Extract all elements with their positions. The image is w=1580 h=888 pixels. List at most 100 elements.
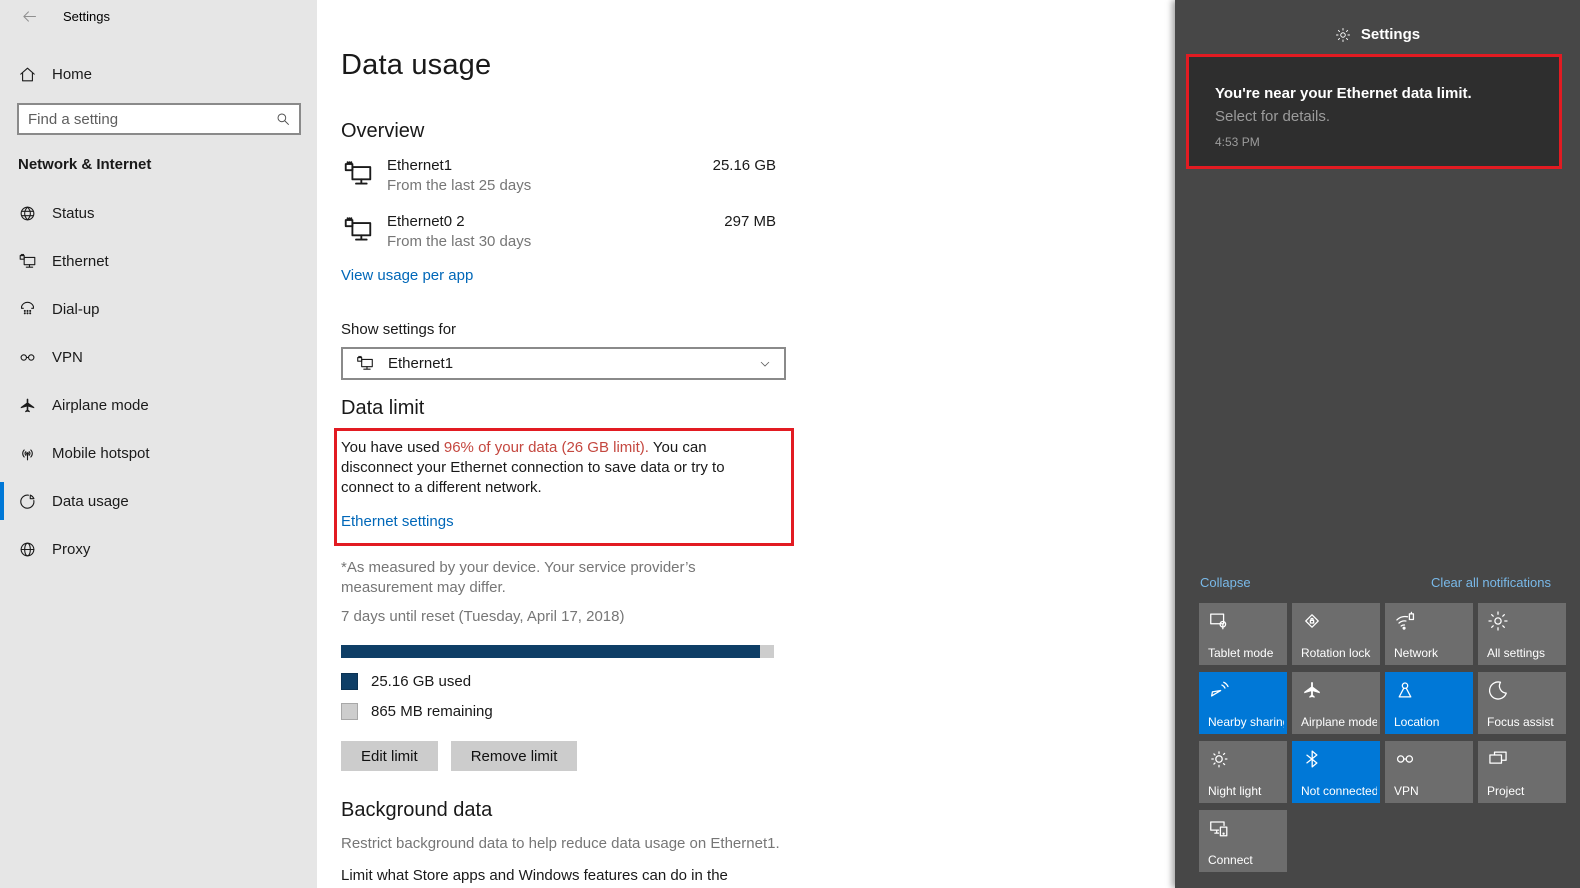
sidebar-item[interactable]: Airplane mode [0, 381, 317, 429]
quick-action-tile[interactable]: Network [1385, 603, 1473, 665]
connection-usage: 25.16 GB [713, 156, 776, 176]
tile-label: Rotation lock [1301, 646, 1377, 660]
connection-period: From the last 30 days [387, 232, 531, 252]
quick-action-tile[interactable]: Rotation lock [1292, 603, 1380, 665]
sidebar-section-title: Network & Internet [18, 156, 317, 174]
sidebar-item[interactable]: Dial-up [0, 285, 317, 333]
quick-action-tile[interactable]: Connect [1199, 810, 1287, 872]
tile-label: VPN [1394, 784, 1470, 798]
action-center-links: Collapse Clear all notifications [1200, 575, 1551, 590]
tile-label: Not connected [1301, 784, 1377, 798]
sidebar-item[interactable]: Mobile hotspot [0, 429, 317, 477]
sidebar-item[interactable]: VPN [0, 333, 317, 381]
legend-swatch [341, 673, 358, 690]
dropdown-selected-value: Ethernet1 [388, 355, 453, 372]
tablet-icon [1208, 610, 1230, 632]
bluetooth-icon [1301, 748, 1323, 770]
hotspot-icon [18, 444, 37, 463]
notification-group-title: Settings [1361, 26, 1420, 43]
quick-action-tile[interactable]: Location [1385, 672, 1473, 734]
tile-label: Connect [1208, 853, 1284, 867]
clear-all-notifications-link[interactable]: Clear all notifications [1431, 575, 1551, 590]
selected-indicator [0, 482, 4, 520]
sidebar-item[interactable]: Proxy [0, 525, 317, 573]
progress-fill [341, 645, 760, 658]
limit-button[interactable]: Remove limit [451, 741, 578, 771]
action-center-spacer [1175, 169, 1580, 575]
limit-button[interactable]: Edit limit [341, 741, 438, 771]
collapse-link[interactable]: Collapse [1200, 575, 1251, 590]
quick-action-tile[interactable]: VPN [1385, 741, 1473, 803]
ethernet-icon [341, 214, 375, 246]
view-usage-per-app-link[interactable]: View usage per app [341, 266, 473, 286]
search-box [17, 103, 301, 135]
tile-label: Network [1394, 646, 1470, 660]
ethernet-settings-link[interactable]: Ethernet settings [341, 512, 454, 532]
vpn-icon [18, 348, 37, 367]
legend-label: 865 MB remaining [371, 703, 493, 720]
notification-title: You're near your Ethernet data limit. [1215, 84, 1541, 103]
location-icon [1394, 679, 1416, 701]
connection-period: From the last 25 days [387, 176, 531, 196]
legend-label: 25.16 GB used [371, 673, 471, 690]
notification-body: Select for details. [1215, 107, 1541, 126]
titlebar: Settings [0, 0, 317, 34]
quick-action-tile[interactable]: Night light [1199, 741, 1287, 803]
quick-action-tile[interactable]: All settings [1478, 603, 1566, 665]
annotation-box-notification: You're near your Ethernet data limit. Se… [1186, 54, 1562, 169]
sidebar-item[interactable]: Data usage [0, 477, 317, 525]
proxy-icon [18, 540, 37, 559]
vpn-icon [1394, 748, 1416, 770]
adapter-dropdown[interactable]: Ethernet1 [341, 347, 786, 380]
warning-red-text: 96% of your data (26 GB limit). [444, 439, 649, 456]
gear-icon [1487, 610, 1509, 632]
quick-action-tile[interactable]: Tablet mode [1199, 603, 1287, 665]
connection-usage: 297 MB [724, 212, 776, 232]
legend-swatch [341, 703, 358, 720]
project-icon [1487, 748, 1509, 770]
quick-action-tile[interactable]: Project [1478, 741, 1566, 803]
sidebar: Settings Home Network & Internet Status [0, 0, 317, 888]
sun-icon [1208, 748, 1230, 770]
network-icon [1394, 610, 1416, 632]
annotation-box-data-limit: You have used 96% of your data (26 GB li… [334, 428, 794, 546]
ethernet-icon [18, 252, 37, 271]
tile-label: Nearby sharing [1208, 715, 1284, 729]
tile-label: Focus assist [1487, 715, 1563, 729]
nearby-icon [1208, 679, 1230, 701]
pie-icon [18, 492, 37, 511]
search-input[interactable] [19, 105, 299, 133]
quick-action-tile[interactable]: Airplane mode [1292, 672, 1380, 734]
airplane-icon [1301, 679, 1323, 701]
quick-action-tile[interactable]: Not connected [1292, 741, 1380, 803]
tile-label: Project [1487, 784, 1563, 798]
tile-label: Tablet mode [1208, 646, 1284, 660]
airplane-icon [18, 396, 37, 415]
sidebar-nav: Status Ethernet Dial-up VPN [0, 189, 317, 573]
quick-action-tile[interactable]: Focus assist [1478, 672, 1566, 734]
connection-row: Ethernet0 2 From the last 30 days 297 MB [341, 212, 776, 252]
tile-label: All settings [1487, 646, 1563, 660]
measurement-note: *As measured by your device. Your servic… [341, 558, 791, 598]
ethernet-icon [341, 158, 375, 190]
connection-row: Ethernet1 From the last 25 days 25.16 GB [341, 156, 776, 196]
connection-name: Ethernet0 2 [387, 212, 531, 232]
status-icon [18, 204, 37, 223]
window-title: Settings [63, 9, 110, 24]
tile-label: Airplane mode [1301, 715, 1377, 729]
tile-label: Night light [1208, 784, 1284, 798]
connection-name: Ethernet1 [387, 156, 531, 176]
sidebar-item[interactable]: Ethernet [0, 237, 317, 285]
tile-label: Location [1394, 715, 1470, 729]
notification-toast[interactable]: You're near your Ethernet data limit. Se… [1189, 57, 1559, 166]
data-usage-progress-bar [341, 645, 774, 658]
search-icon [275, 111, 291, 127]
back-button[interactable] [21, 8, 38, 25]
sidebar-item[interactable]: Status [0, 189, 317, 237]
ethernet-icon [355, 354, 375, 373]
sidebar-item-home[interactable]: Home [18, 62, 317, 86]
quick-actions-grid: Tablet mode Rotation lock Network All se… [1199, 603, 1580, 872]
chevron-down-icon [758, 357, 772, 371]
quick-action-tile[interactable]: Nearby sharing [1199, 672, 1287, 734]
data-limit-warning: You have used 96% of your data (26 GB li… [341, 438, 781, 498]
